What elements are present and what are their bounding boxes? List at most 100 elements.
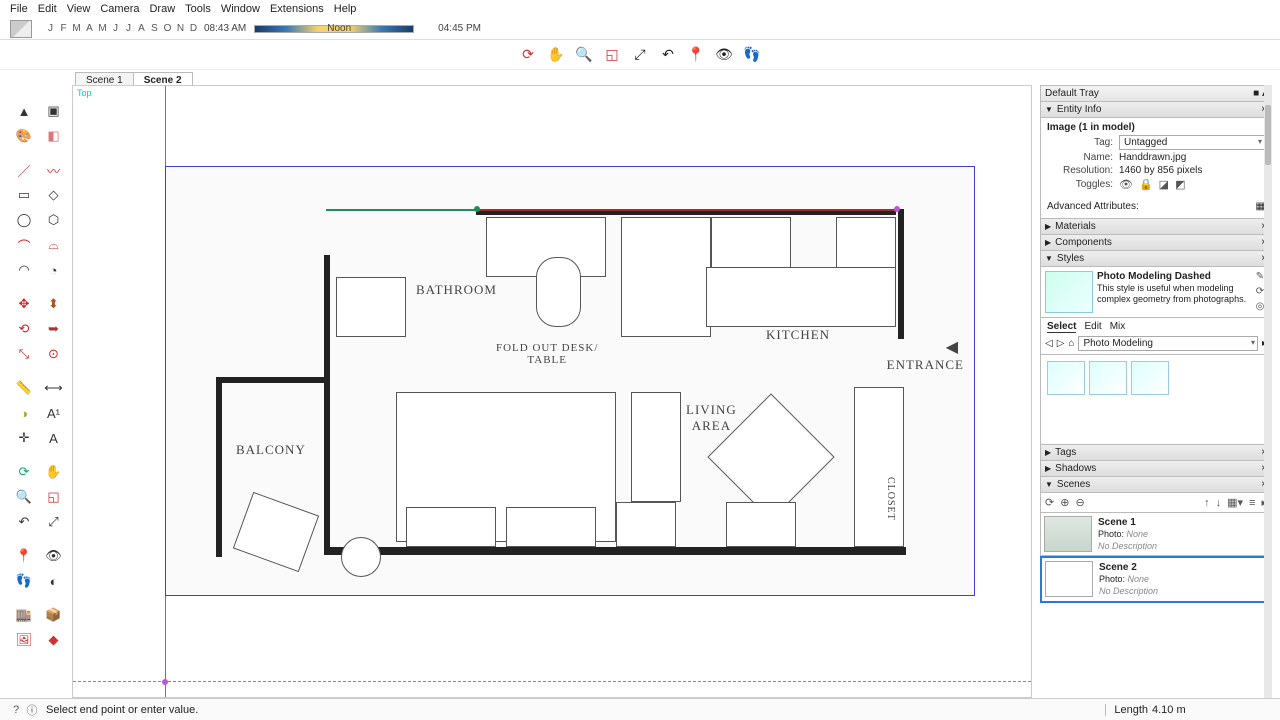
tray-scrollbar[interactable]	[1264, 85, 1272, 698]
month-f[interactable]: F	[57, 23, 70, 34]
eraser-icon[interactable]: ◧	[42, 125, 66, 147]
style-refresh-icon[interactable]: ⟳	[1256, 286, 1264, 297]
offset-icon[interactable]: ⊙	[42, 343, 66, 365]
walk-icon[interactable]: 👣	[740, 43, 764, 67]
scene-up-icon[interactable]: ↑	[1204, 497, 1210, 509]
shadow-cast-icon[interactable]: ◪	[1159, 178, 1169, 191]
prev2-icon[interactable]: ↶	[12, 511, 36, 533]
menu-view[interactable]: View	[67, 3, 91, 15]
month-j3[interactable]: J	[122, 23, 135, 34]
previous-view-icon[interactable]: ↶	[656, 43, 680, 67]
info-icon[interactable]: ⓘ	[24, 702, 40, 718]
pan-icon[interactable]: ✋	[544, 43, 568, 67]
make-component-icon[interactable]: ▣	[42, 100, 66, 122]
month-o[interactable]: O	[161, 23, 174, 34]
menu-extensions[interactable]: Extensions	[270, 3, 324, 15]
axes-icon[interactable]: ✛	[12, 427, 36, 449]
zoom-window-icon[interactable]: ◱	[600, 43, 624, 67]
addloc-icon[interactable]: ◆	[42, 629, 66, 651]
style-item-3[interactable]	[1131, 361, 1169, 395]
polygon-icon[interactable]: ⬡	[42, 209, 66, 231]
month-j2[interactable]: J	[109, 23, 122, 34]
zoom-extents-icon[interactable]: ⤢	[628, 43, 652, 67]
paint-bucket-icon[interactable]: 🎨	[12, 125, 36, 147]
month-a2[interactable]: A	[135, 23, 148, 34]
style-item-1[interactable]	[1047, 361, 1085, 395]
shadow-receive-icon[interactable]: ◩	[1175, 178, 1185, 191]
style-thumb-icon[interactable]	[1045, 271, 1093, 313]
model-viewport[interactable]: Top BATHROOM FOLD OUT	[72, 85, 1032, 698]
menu-edit[interactable]: Edit	[38, 3, 57, 15]
styles-tab-select[interactable]: Select	[1047, 321, 1076, 333]
scene-down-icon[interactable]: ↓	[1216, 497, 1222, 509]
panel-materials-head[interactable]: ▶Materials×	[1040, 219, 1272, 235]
imported-image[interactable]: BATHROOM FOLD OUT DESK/ TABLE KITCHEN LI…	[165, 166, 975, 596]
followme-icon[interactable]: ➥	[42, 318, 66, 340]
panel-shadows-head[interactable]: ▶Shadows×	[1040, 461, 1272, 477]
protractor-icon[interactable]: ◑	[12, 402, 36, 424]
scene-item-2[interactable]: Scene 2 Photo: None No Description	[1040, 556, 1272, 602]
menu-file[interactable]: File	[10, 3, 28, 15]
panel-styles-head[interactable]: ▼Styles×	[1040, 251, 1272, 267]
circle-icon[interactable]: ◯	[12, 209, 36, 231]
help-icon[interactable]: ?	[8, 704, 24, 716]
3dtext-icon[interactable]: A	[42, 427, 66, 449]
layout-icon[interactable]: 🖼	[12, 629, 36, 651]
zoom2-icon[interactable]: 🔍	[12, 486, 36, 508]
styles-tab-edit[interactable]: Edit	[1084, 321, 1101, 333]
nav-fwd-icon[interactable]: ▷	[1057, 338, 1065, 349]
position-camera-icon[interactable]: 📍	[684, 43, 708, 67]
arc2-icon[interactable]: ⌓	[42, 234, 66, 256]
menu-tools[interactable]: Tools	[185, 3, 211, 15]
tape-icon[interactable]: 📏	[12, 377, 36, 399]
month-m2[interactable]: M	[96, 23, 109, 34]
month-d[interactable]: D	[187, 23, 200, 34]
zoomwin2-icon[interactable]: ◱	[42, 486, 66, 508]
scene-update-icon[interactable]: ⟳	[1045, 496, 1054, 509]
month-a[interactable]: A	[83, 23, 96, 34]
scene-view-icon[interactable]: ▦▾	[1227, 496, 1243, 509]
pushpull-icon[interactable]: ⬍	[42, 293, 66, 315]
tag-dropdown[interactable]: Untagged	[1119, 135, 1265, 150]
month-m[interactable]: M	[70, 23, 83, 34]
orbit-icon[interactable]: ⟳	[516, 43, 540, 67]
zoomext2-icon[interactable]: ⤢	[42, 511, 66, 533]
freehand-icon[interactable]: 〰	[42, 159, 66, 181]
style-item-2[interactable]	[1089, 361, 1127, 395]
styles-tab-mix[interactable]: Mix	[1110, 321, 1126, 333]
nav-home-icon[interactable]: ⌂	[1068, 338, 1074, 349]
menu-window[interactable]: Window	[221, 3, 260, 15]
extension-icon[interactable]: 📦	[42, 604, 66, 626]
panel-scenes-head[interactable]: ▼Scenes×	[1040, 477, 1272, 493]
look-around-icon[interactable]: 👁	[712, 43, 736, 67]
menu-help[interactable]: Help	[334, 3, 357, 15]
style-update-icon[interactable]: ✎	[1256, 271, 1264, 282]
scale-icon[interactable]: ⤡	[12, 343, 36, 365]
section-icon[interactable]: ◐	[42, 570, 66, 592]
poscam-icon[interactable]: 📍	[12, 545, 36, 567]
lock-toggle-icon[interactable]: 🔒	[1139, 178, 1153, 191]
rotated-rect-icon[interactable]: ◇	[42, 184, 66, 206]
look2-icon[interactable]: 👁	[42, 545, 66, 567]
warehouse-icon[interactable]: 🏬	[12, 604, 36, 626]
move-icon[interactable]: ✥	[12, 293, 36, 315]
scene-item-1[interactable]: Scene 1 Photo: None No Description	[1040, 513, 1272, 556]
rotate-icon[interactable]: ⟲	[12, 318, 36, 340]
scene-menu-icon[interactable]: ≡	[1249, 497, 1255, 509]
month-n[interactable]: N	[174, 23, 187, 34]
menu-draw[interactable]: Draw	[149, 3, 175, 15]
month-j[interactable]: J	[44, 23, 57, 34]
zoom-icon[interactable]: 🔍	[572, 43, 596, 67]
line-tool-icon[interactable]: ／	[12, 159, 36, 181]
styles-collection-dropdown[interactable]: Photo Modeling	[1078, 336, 1258, 351]
pie-icon[interactable]: ◔	[42, 259, 66, 281]
nav-back-icon[interactable]: ◁	[1045, 338, 1053, 349]
month-s[interactable]: S	[148, 23, 161, 34]
orbit2-icon[interactable]: ⟳	[12, 461, 36, 483]
text-icon[interactable]: A¹	[42, 402, 66, 424]
panel-entity-info-head[interactable]: ▼ Entity Info ×	[1040, 102, 1272, 118]
menu-camera[interactable]: Camera	[100, 3, 139, 15]
dimension-icon[interactable]: ⟷	[42, 377, 66, 399]
scene-remove-icon[interactable]: ⊖	[1075, 496, 1084, 509]
select-tool-icon[interactable]: ▲	[12, 100, 36, 122]
